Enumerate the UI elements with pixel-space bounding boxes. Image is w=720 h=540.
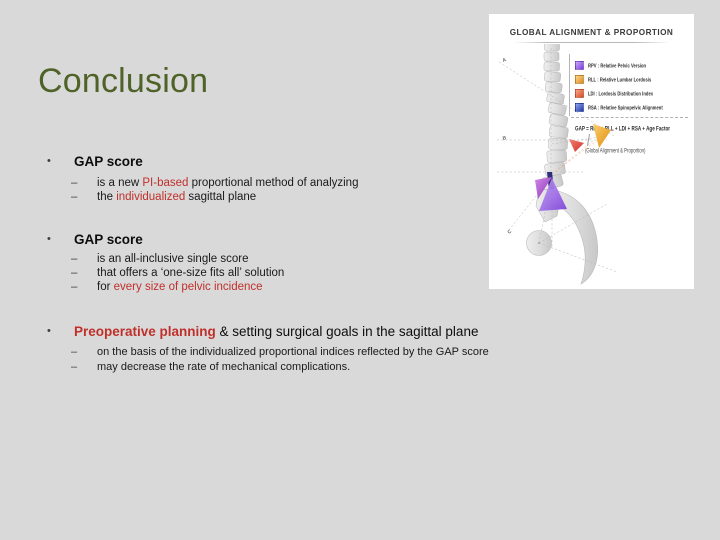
list-item: – may decrease the rate of mechanical co…	[68, 360, 489, 375]
sub-bullet-list-2: – is an all-inclusive single score – tha…	[68, 252, 284, 294]
sub-text-part: is a new	[97, 177, 143, 189]
bullet-level1-gap-score-2: • GAP score	[47, 231, 143, 248]
level1-text-accent: Preoperative planning	[74, 324, 216, 339]
sub-text-part: proportional method of analyzing	[188, 177, 359, 189]
bullet-marker: •	[47, 233, 51, 245]
sub-bullet-list-3: – on the basis of the individualized pro…	[68, 345, 489, 374]
bullet-level1-gap-score-1: • GAP score	[47, 153, 143, 170]
sub-text-part-accent: PI-based	[142, 177, 189, 189]
bullet-marker: •	[47, 325, 51, 337]
bullet-marker: •	[47, 155, 51, 167]
sub-text-part: is an all-inclusive single score	[97, 253, 249, 265]
page-title: Conclusion	[38, 62, 209, 100]
slide-canvas: Conclusion • GAP score – is a new PI-bas…	[0, 0, 720, 540]
level1-text-part: & setting surgical goals in the sagittal…	[215, 324, 479, 339]
figure-title-divider	[513, 42, 670, 43]
sub-text-part: the	[97, 191, 117, 203]
bullet-level1-preoperative-planning: • Preoperative planning & setting surgic…	[47, 323, 478, 340]
dash-marker: –	[71, 177, 78, 189]
figure-title: GLOBAL ALIGNMENT & PROPORTION	[509, 28, 674, 37]
list-item: – the individualized sagittal plane	[68, 190, 358, 204]
sub-text-part-accent: individualized	[116, 191, 186, 203]
list-item: – is an all-inclusive single score	[68, 252, 284, 266]
sub-text-part: for	[97, 281, 114, 293]
list-item: – on the basis of the individualized pro…	[68, 345, 489, 360]
svg-text:B: B	[502, 135, 507, 142]
svg-text:C: C	[507, 228, 514, 235]
sub-bullet-list-1: – is a new PI-based proportional method …	[68, 176, 358, 204]
list-item: – is a new PI-based proportional method …	[68, 176, 358, 190]
sub-text-part: that offers a ‘one-size fits all’ soluti…	[97, 267, 285, 279]
angle-annotation-labels: A B C	[502, 57, 514, 236]
list-item: – that offers a ‘one-size fits all’ solu…	[68, 266, 284, 280]
dash-marker: –	[71, 360, 78, 373]
dash-marker: –	[71, 346, 78, 358]
sub-text-part-accent: every size of pelvic incidence	[113, 281, 263, 293]
dash-marker: –	[71, 191, 78, 203]
sub-text-part: may decrease the rate of mechanical comp…	[97, 360, 351, 373]
dash-marker: –	[71, 281, 78, 293]
dash-marker: –	[71, 267, 78, 279]
sub-text-part: sagittal plane	[185, 191, 257, 203]
list-item: – for every size of pelvic incidence	[68, 280, 284, 294]
svg-text:A: A	[502, 57, 508, 64]
sub-text-part: on the basis of the individualized propo…	[97, 346, 489, 358]
dash-marker: –	[71, 253, 78, 265]
bullet-level1-label: GAP score	[74, 154, 143, 169]
spine-pelvis-diagram: A B C	[497, 44, 618, 285]
bullet-level1-label: GAP score	[74, 232, 143, 247]
bullet-level1-label: Preoperative planning & setting surgical…	[74, 323, 478, 340]
figure-panel-gap-score: GLOBAL ALIGNMENT & PROPORTION RPV : Rela…	[489, 14, 694, 289]
vertebral-column	[541, 44, 569, 190]
rll-wedge	[593, 124, 611, 148]
